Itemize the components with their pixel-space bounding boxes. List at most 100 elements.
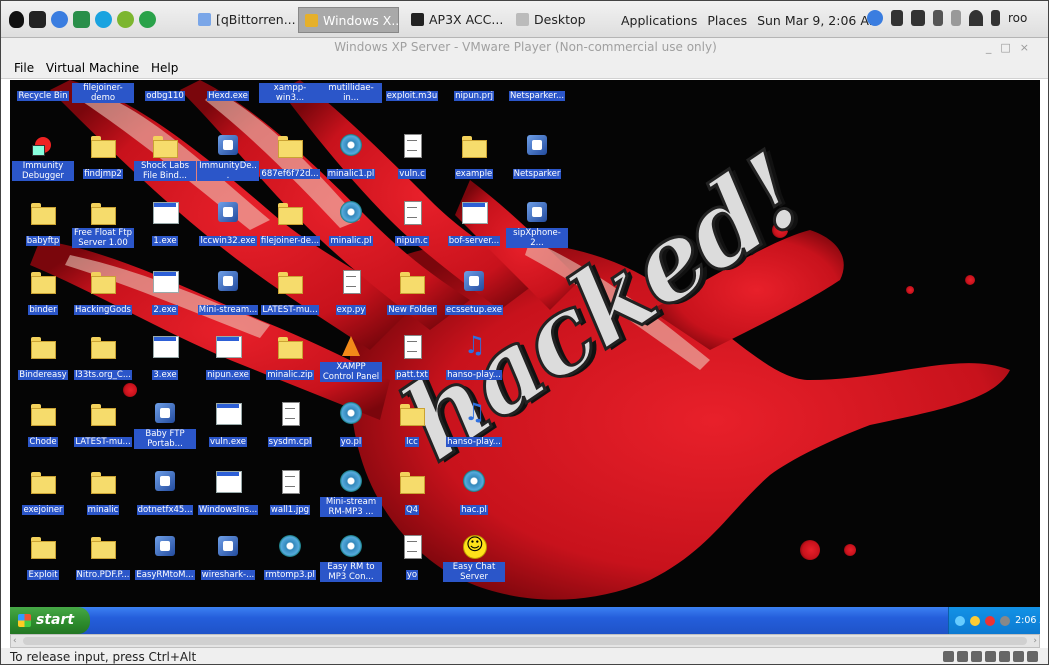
- desktop-icon[interactable]: Shock Labs File Bind...: [134, 134, 196, 200]
- desktop-icon[interactable]: Free Float Ftp Server 1.00: [72, 201, 134, 267]
- desktop-icon[interactable]: minalic1.pl: [320, 134, 382, 200]
- scroll-left-icon[interactable]: ‹: [13, 635, 17, 647]
- bluetooth-star-icon[interactable]: [891, 10, 903, 26]
- message-icon[interactable]: [1027, 651, 1038, 662]
- scrollbar-thumb[interactable]: [23, 637, 1027, 645]
- desktop-icon[interactable]: findjmp2: [72, 134, 134, 200]
- desktop-icon[interactable]: Immunity Debugger: [12, 134, 74, 200]
- x-icon[interactable]: [985, 615, 996, 626]
- browser-icon[interactable]: [51, 11, 68, 28]
- desktop-icon[interactable]: XAMPP Control Panel: [320, 335, 382, 401]
- apple-icon[interactable]: [9, 11, 24, 28]
- desktop-icon[interactable]: LATEST-mu...: [72, 402, 134, 468]
- maximize-icon[interactable]: □: [1000, 41, 1019, 54]
- desktop-icon[interactable]: xampp-win3...: [259, 80, 321, 140]
- desktop-icon[interactable]: bof-server...: [443, 201, 505, 267]
- taskbar-item-vmware[interactable]: Windows X...: [298, 7, 399, 33]
- desktop-icon[interactable]: lccwin32.exe: [197, 201, 259, 267]
- desktop-icon[interactable]: wireshark-...: [197, 535, 259, 601]
- desktop-icon[interactable]: exploit.m3u: [381, 80, 443, 140]
- desktop-icon[interactable]: sysdm.cpl: [259, 402, 321, 468]
- volume-icon[interactable]: [911, 10, 925, 26]
- desktop-icon[interactable]: nipun.exe: [197, 335, 259, 401]
- desktop-icon[interactable]: New Folder: [381, 270, 443, 336]
- shield-icon[interactable]: [970, 615, 981, 626]
- desktop-icon[interactable]: ecssetup.exe: [443, 270, 505, 336]
- desktop-icon[interactable]: Mini-stream...: [197, 270, 259, 336]
- desktop-icon[interactable]: wall1.jpg: [259, 470, 321, 536]
- usb-icon[interactable]: [985, 651, 996, 662]
- desktop-icon[interactable]: Nitro.PDF.P...: [72, 535, 134, 601]
- desktop-icon[interactable]: nipun.prj: [443, 80, 505, 140]
- user-icon[interactable]: [991, 10, 1000, 26]
- shield-icon[interactable]: [139, 11, 156, 28]
- bluetooth-icon[interactable]: [951, 10, 961, 26]
- taskbar-item-desktop[interactable]: Desktop: [510, 7, 606, 33]
- desktop-icon[interactable]: exejoiner: [12, 470, 74, 536]
- desktop-icon[interactable]: yo.pl: [320, 402, 382, 468]
- desktop-icon[interactable]: 3.exe: [134, 335, 196, 401]
- desktop-icon[interactable]: Q4: [381, 470, 443, 536]
- vmware-tools-icon[interactable]: [1000, 615, 1011, 626]
- hd-icon[interactable]: [867, 10, 883, 26]
- cdrom-icon[interactable]: [957, 651, 968, 662]
- desktop-icon[interactable]: exp.py: [320, 270, 382, 336]
- printer-icon[interactable]: [1013, 651, 1024, 662]
- desktop-icon[interactable]: EasyRMtoM...: [134, 535, 196, 601]
- menu-applications[interactable]: Applications: [621, 13, 697, 28]
- desktop-icon[interactable]: lcc: [381, 402, 443, 468]
- desktop-icon[interactable]: Easy RM to MP3 Con...: [320, 535, 382, 601]
- desktop-icon[interactable]: LATEST-mu...: [259, 270, 321, 336]
- desktop-icon[interactable]: Mini-stream RM-MP3 ...: [320, 470, 382, 536]
- desktop-icon[interactable]: 2.exe: [134, 270, 196, 336]
- sound-icon[interactable]: [999, 651, 1010, 662]
- close-icon[interactable]: ×: [1020, 41, 1038, 54]
- desktop-icon[interactable]: Recycle Bin: [12, 80, 74, 140]
- desktop-icon[interactable]: 687ef6f72d...: [259, 134, 321, 200]
- desktop-icon[interactable]: patt.txt: [381, 335, 443, 401]
- start-button[interactable]: start: [10, 607, 90, 634]
- clock[interactable]: Sun Mar 9, 2:06 AM: [757, 13, 880, 28]
- desktop-icon[interactable]: Bindereasy: [12, 335, 74, 401]
- desktop-icon[interactable]: Netsparker: [506, 134, 568, 200]
- desktop-icon[interactable]: binder: [12, 270, 74, 336]
- menu-places[interactable]: Places: [707, 13, 747, 28]
- desktop-icon[interactable]: odbg110: [134, 80, 196, 140]
- desktop-icon[interactable]: hanso-play...: [443, 399, 505, 468]
- desktop-icon[interactable]: minalic: [72, 470, 134, 536]
- hd-icon[interactable]: [117, 11, 134, 28]
- network-icon[interactable]: [955, 615, 965, 626]
- desktop-icon[interactable]: nipun.c: [381, 201, 443, 267]
- desktop-icon[interactable]: yo: [381, 535, 443, 601]
- desktop-icon[interactable]: l33ts.org_C...: [72, 335, 134, 401]
- desktop-icon[interactable]: Exploit: [12, 535, 74, 601]
- desktop-icon[interactable]: filejoiner-demo: [72, 80, 134, 140]
- desktop-icon[interactable]: minalic.pl: [320, 201, 382, 267]
- desktop-icon[interactable]: Baby FTP Portab...: [134, 402, 196, 468]
- desktop-icon[interactable]: vuln.c: [381, 134, 443, 200]
- desktop-icon[interactable]: Easy Chat Server: [443, 535, 505, 601]
- desktop-icon[interactable]: WindowsIns...: [197, 470, 259, 536]
- desktop-icon[interactable]: Chode: [12, 402, 74, 468]
- desktop-icon[interactable]: mutillidae-in...: [320, 80, 382, 140]
- desktop-icon[interactable]: vuln.exe: [197, 402, 259, 468]
- terminal-icon[interactable]: [29, 11, 46, 28]
- taskbar-item-terminal[interactable]: AP3X ACC...: [405, 7, 503, 33]
- desktop-icon[interactable]: babyftp: [12, 201, 74, 267]
- battery-icon[interactable]: [933, 10, 943, 26]
- minimize-icon[interactable]: _: [986, 41, 1001, 54]
- desktop-icon[interactable]: filejoiner-de...: [259, 201, 321, 267]
- skype-icon[interactable]: [95, 11, 112, 28]
- desktop-icon[interactable]: hac.pl: [443, 470, 505, 536]
- desktop-icon[interactable]: rmtomp3.pl: [259, 535, 321, 601]
- network-icon[interactable]: [971, 651, 982, 662]
- scroll-right-icon[interactable]: ›: [1033, 635, 1037, 647]
- username[interactable]: roo: [1008, 11, 1027, 25]
- wifi-icon[interactable]: [969, 10, 983, 26]
- hdd-icon[interactable]: [943, 651, 954, 662]
- desktop-icon[interactable]: hanso-play...: [443, 332, 505, 401]
- desktop-icon[interactable]: Hexd.exe: [197, 80, 259, 140]
- menu-virtual-machine[interactable]: Virtual Machine: [46, 61, 139, 75]
- horizontal-scrollbar[interactable]: ‹ ›: [10, 634, 1040, 648]
- desktop-icon[interactable]: ImmunityDe...: [197, 134, 259, 200]
